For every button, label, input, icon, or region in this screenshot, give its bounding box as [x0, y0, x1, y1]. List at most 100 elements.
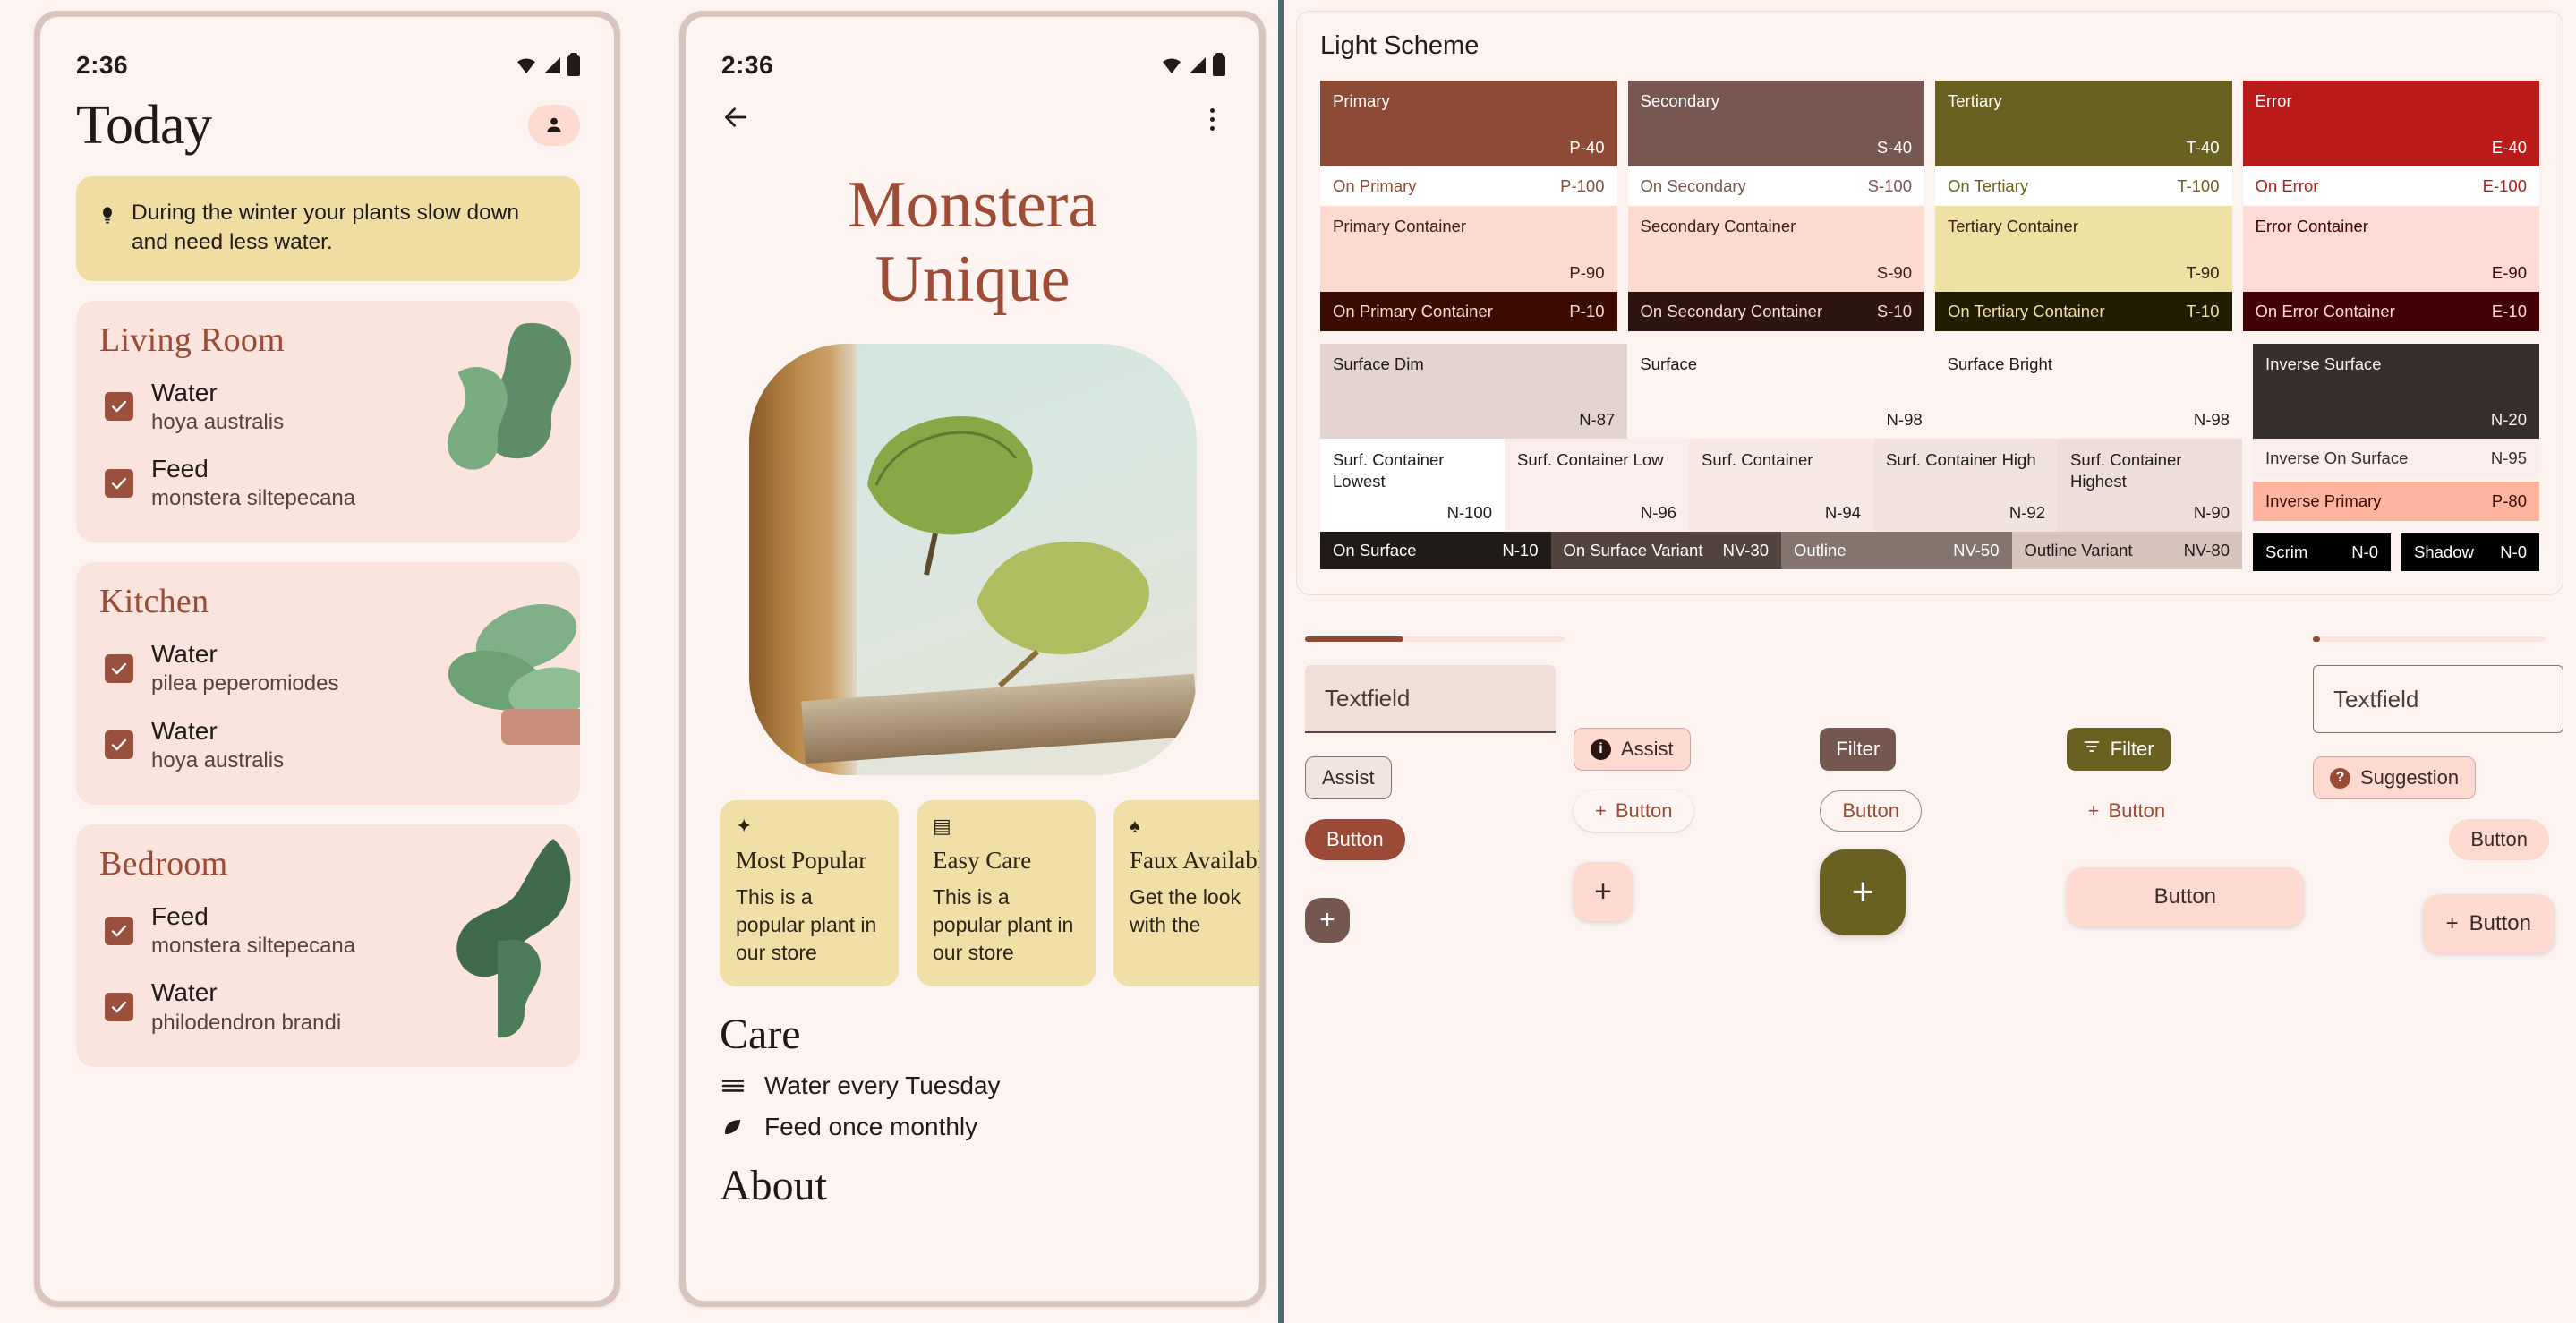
phone2-screen: 2:36 Monstera Unique ✦ Most Popular This…: [686, 17, 1259, 1301]
fab-extended[interactable]: + Button: [2422, 894, 2555, 953]
chip-suggestion[interactable]: ? Suggestion: [2312, 756, 2477, 799]
fab-tonal[interactable]: Button: [2066, 867, 2304, 926]
swatch-primary[interactable]: Primary P-40: [1320, 81, 1617, 166]
room-card-bedroom: Bedroom Feed monstera siltepecana Water …: [76, 824, 580, 1067]
components-column-3: Filter Button +: [1811, 617, 2057, 1314]
swatch-inverse-on-surface[interactable]: Inverse On Surface N-95: [2253, 439, 2539, 478]
button-elevated[interactable]: + Button: [1574, 790, 1694, 832]
slider-right[interactable]: [2312, 636, 2546, 642]
textfield-filled[interactable]: Textfield: [1305, 665, 1556, 733]
swatch-label: Surface Dim: [1333, 354, 1424, 373]
swatch-scrim[interactable]: Scrim N-0: [2253, 533, 2391, 571]
swatch-outline-variant[interactable]: Outline Variant NV-80: [2011, 532, 2242, 569]
swatch-label: Surf. Container High: [1886, 450, 2036, 469]
swatch-secondary-container[interactable]: Secondary Container S-90: [1627, 206, 1924, 292]
swatch-surface-container-high[interactable]: Surf. Container High N-92: [1873, 439, 2058, 532]
swatch-token: P-40: [1569, 138, 1605, 157]
swatch-label: On Surface: [1333, 541, 1417, 559]
status-time: 2:36: [76, 51, 129, 79]
task-row[interactable]: Water hoya australis: [99, 707, 562, 783]
button-outlined[interactable]: Button: [1820, 790, 1922, 832]
swatch-inverse-surface[interactable]: Inverse Surface N-20: [2253, 344, 2539, 439]
swatch-shadow[interactable]: Shadow N-0: [2401, 533, 2539, 571]
button-filled[interactable]: Button: [1305, 819, 1405, 860]
swatch-tertiary-container[interactable]: Tertiary Container T-90: [1935, 206, 2232, 292]
swatch-on-error[interactable]: On Error E-100: [2242, 166, 2539, 206]
chip-filter-secondary[interactable]: Filter: [1820, 728, 1897, 771]
swatch-inverse-primary[interactable]: Inverse Primary P-80: [2253, 482, 2539, 521]
swatch-token: N-92: [2009, 503, 2045, 522]
button-label: Button: [2470, 828, 2528, 850]
plant-attribute-card[interactable]: ♠ Faux Available Get the look with the: [1113, 799, 1259, 986]
task-checkbox[interactable]: [105, 993, 133, 1022]
swatch-surface-dim[interactable]: Surface Dim N-87: [1320, 344, 1628, 439]
fab-small[interactable]: +: [1305, 898, 1350, 943]
overflow-menu-button[interactable]: [1203, 107, 1222, 132]
swatch-on-secondary-container[interactable]: On Secondary Container S-10: [1627, 292, 1924, 331]
components-columns: Textfield Assist Button + i Assist + But…: [1296, 617, 2563, 1314]
swatch-surface-container[interactable]: Surf. Container N-94: [1689, 439, 1873, 532]
swatch-on-surface-variant[interactable]: On Surface Variant NV-30: [1550, 532, 1781, 569]
button-label: Button: [2108, 799, 2166, 822]
back-button[interactable]: [721, 103, 750, 136]
tip-text: During the winter your plants slow down …: [132, 201, 520, 255]
swatch-surface-container-highest[interactable]: Surf. Container Highest N-90: [2058, 439, 2242, 532]
fab-standard[interactable]: +: [1574, 862, 1633, 921]
task-row[interactable]: Water pilea peperomiodes: [99, 630, 562, 706]
chip-filter-tertiary[interactable]: Filter: [2066, 728, 2171, 771]
button-text[interactable]: + Button: [2067, 790, 2187, 832]
swatch-surface-container-low[interactable]: Surf. Container Low N-96: [1505, 439, 1689, 532]
swatch-error-container[interactable]: Error Container E-90: [2242, 206, 2539, 292]
swatch-error[interactable]: Error E-40: [2242, 81, 2539, 166]
swatch-token: N-98: [2193, 410, 2230, 429]
task-row[interactable]: Feed monstera siltepecana: [99, 445, 562, 521]
swatch-tertiary[interactable]: Tertiary T-40: [1935, 81, 2232, 166]
swatch-on-secondary[interactable]: On Secondary S-100: [1627, 166, 1924, 206]
battery-icon: [567, 52, 580, 76]
avatar-button[interactable]: [528, 105, 580, 146]
task-checkbox[interactable]: [105, 468, 133, 498]
button-tonal[interactable]: Button: [2449, 819, 2549, 860]
swatch-on-tertiary[interactable]: On Tertiary T-100: [1935, 166, 2232, 206]
chip-title: Easy Care: [933, 846, 1032, 874]
back-arrow-icon: [725, 107, 746, 127]
swatch-surface[interactable]: Surface N-98: [1627, 344, 1935, 439]
swatch-surface-bright[interactable]: Surface Bright N-98: [1934, 344, 2242, 439]
task-row[interactable]: Water hoya australis: [99, 369, 562, 445]
swatch-label: On Secondary: [1640, 176, 1746, 195]
swatch-label: Surf. Container Highest: [2070, 450, 2182, 491]
swatch-token: NV-30: [1722, 541, 1769, 559]
swatch-label: Primary Container: [1333, 217, 1467, 235]
swatch-outline[interactable]: Outline NV-50: [1781, 532, 2012, 569]
swatch-on-primary-container[interactable]: On Primary Container P-10: [1320, 292, 1617, 331]
swatch-secondary[interactable]: Secondary S-40: [1627, 81, 1924, 166]
task-row[interactable]: Water philodendron brandi: [99, 969, 562, 1045]
swatch-on-surface[interactable]: On Surface N-10: [1320, 532, 1551, 569]
swatch-token: S-40: [1876, 138, 1912, 157]
task-checkbox[interactable]: [105, 916, 133, 945]
task-checkbox[interactable]: [105, 653, 133, 683]
palette-column-secondary: Secondary S-40 On Secondary S-100 Second…: [1627, 81, 1924, 331]
care-item: Water every Tuesday: [686, 1059, 1259, 1100]
swatch-on-error-container[interactable]: On Error Container E-10: [2242, 292, 2539, 331]
care-item-text: Feed once monthly: [764, 1112, 978, 1140]
slider-left[interactable]: [1305, 636, 1565, 642]
textfield-value: Textfield: [2333, 685, 2419, 713]
inverse-column: Inverse Surface N-20 Inverse On Surface …: [2253, 344, 2539, 571]
textfield-outlined[interactable]: Textfield: [2312, 665, 2563, 733]
swatch-primary-container[interactable]: Primary Container P-90: [1320, 206, 1617, 292]
swatch-on-primary[interactable]: On Primary P-100: [1320, 166, 1617, 206]
fab-large[interactable]: +: [1820, 849, 1906, 935]
swatch-label: Error: [2255, 91, 2292, 110]
chip-assist-elevated[interactable]: i Assist: [1574, 728, 1691, 771]
swatch-on-tertiary-container[interactable]: On Tertiary Container T-10: [1935, 292, 2232, 331]
wifi-icon: [517, 58, 535, 73]
task-checkbox[interactable]: [105, 392, 133, 422]
water-icon: [720, 1074, 746, 1097]
chip-assist-outlined[interactable]: Assist: [1305, 756, 1392, 799]
swatch-surface-container-lowest[interactable]: Surf. Container Lowest N-100: [1320, 439, 1505, 532]
task-row[interactable]: Feed monstera siltepecana: [99, 892, 562, 969]
plant-attribute-card[interactable]: ▤ Easy Care This is a popular plant in o…: [917, 799, 1096, 986]
task-checkbox[interactable]: [105, 730, 133, 760]
plant-attribute-card[interactable]: ✦ Most Popular This is a popular plant i…: [720, 799, 899, 986]
